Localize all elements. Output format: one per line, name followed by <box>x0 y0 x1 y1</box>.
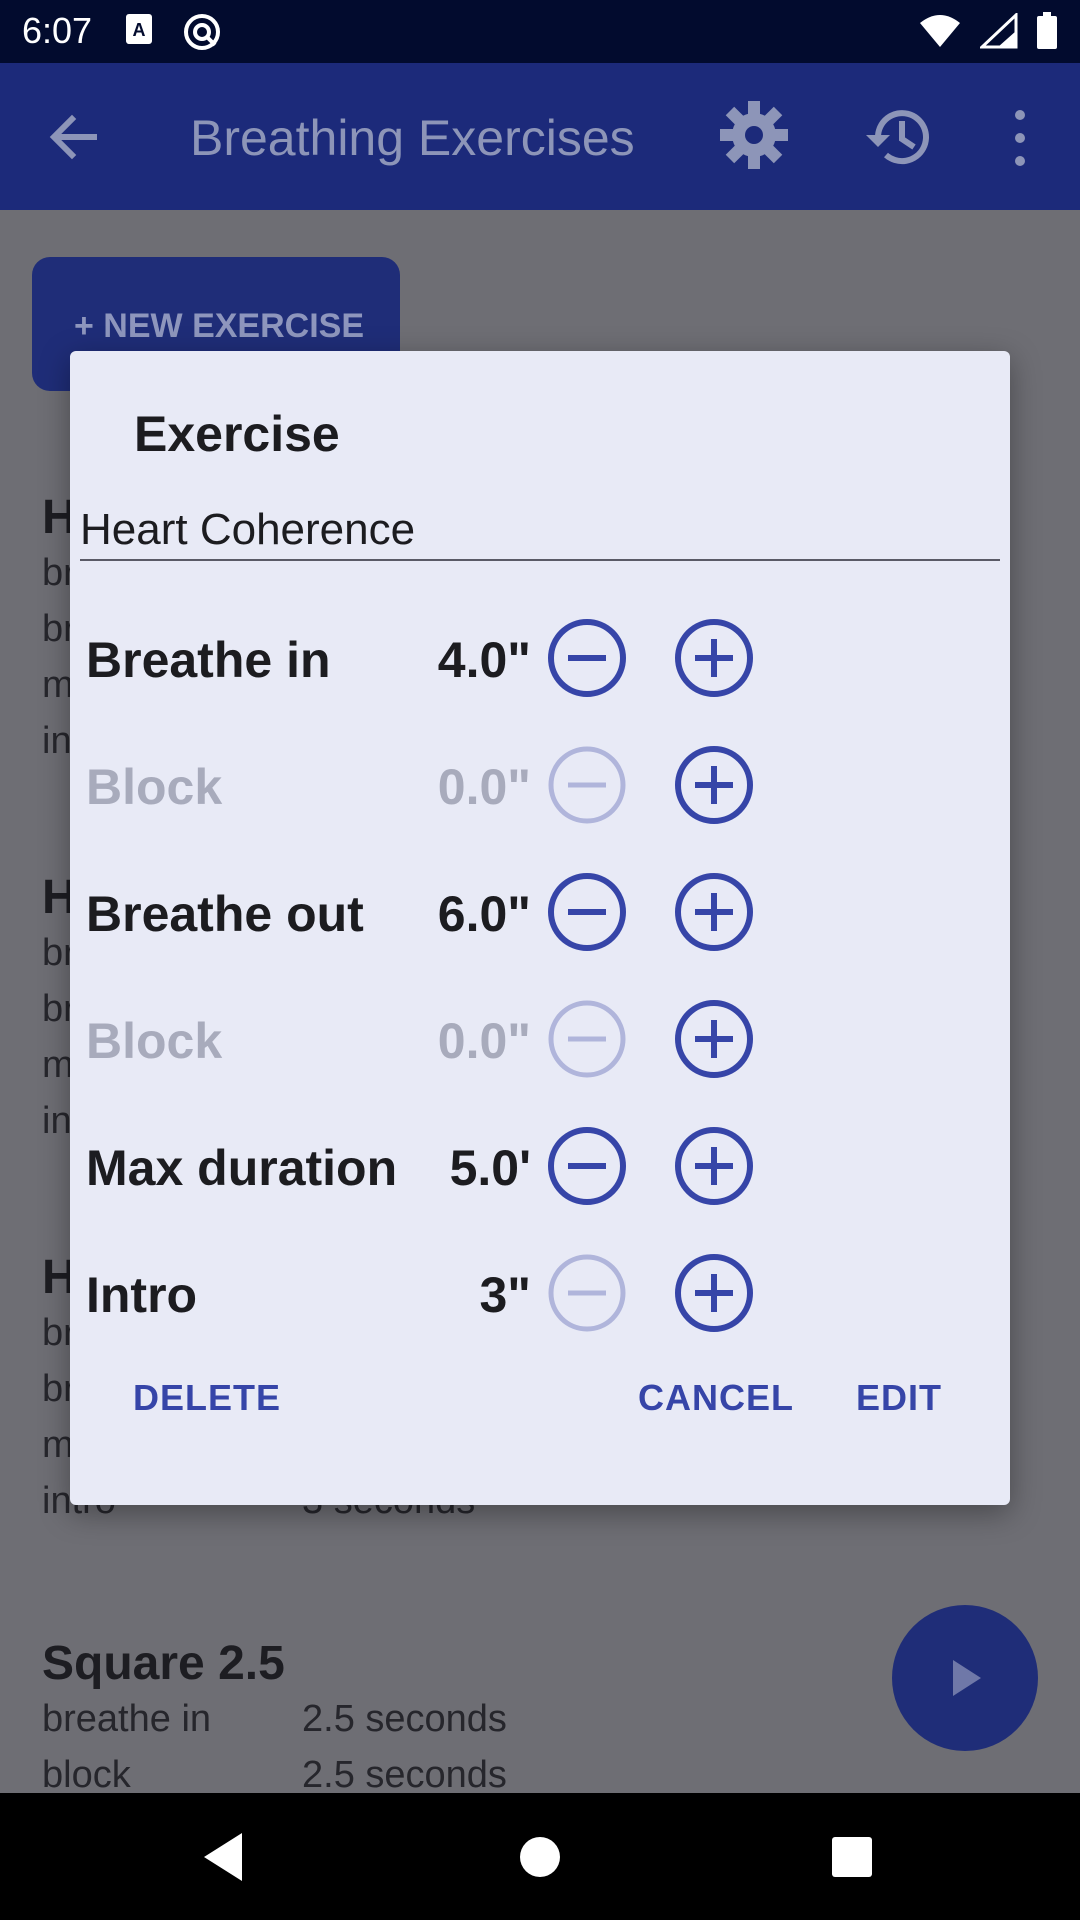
nav-recents-icon[interactable] <box>822 1827 882 1887</box>
param-value: 6.0" <box>437 886 531 942</box>
param-value: 0.0" <box>437 1013 531 1069</box>
exercise-name-input[interactable] <box>80 501 1000 561</box>
decrement-button[interactable] <box>546 871 628 953</box>
param-row-breathe-in: Breathe in 4.0" <box>86 617 806 707</box>
edit-button[interactable]: EDIT <box>856 1377 942 1419</box>
minus-circle-icon <box>548 873 626 951</box>
status-time: 6:07 <box>22 10 93 51</box>
exercise-row: block 2.5 seconds <box>42 1753 507 1794</box>
param-value: 4.0" <box>437 632 531 688</box>
decrement-button[interactable] <box>546 744 628 826</box>
increment-button[interactable] <box>673 617 755 699</box>
dialog-title: Exercise <box>134 406 340 462</box>
plus-circle-icon <box>675 1127 753 1205</box>
battery-icon <box>1037 12 1057 49</box>
param-value: 3" <box>479 1267 531 1323</box>
decrement-button[interactable] <box>546 1252 628 1334</box>
decrement-button[interactable] <box>546 617 628 699</box>
more-vert-icon[interactable] <box>1000 103 1040 173</box>
history-icon[interactable] <box>862 99 938 175</box>
nav-back-icon[interactable] <box>196 1827 256 1887</box>
nav-home-icon[interactable] <box>510 1827 570 1887</box>
svg-text:A: A <box>133 20 146 40</box>
param-label: Breathe out <box>86 886 364 942</box>
plus-circle-icon <box>675 619 753 697</box>
param-row-max-duration: Max duration 5.0' <box>86 1125 806 1215</box>
back-arrow-icon[interactable] <box>44 107 104 167</box>
navigation-bar <box>0 1793 1080 1920</box>
exercise-dialog: Exercise Breathe in 4.0" Block 0.0" Brea… <box>70 351 1010 1505</box>
param-label: Breathe in <box>86 632 331 688</box>
plus-circle-icon <box>675 746 753 824</box>
plus-circle-icon <box>675 1000 753 1078</box>
plus-circle-icon <box>675 1254 753 1332</box>
param-row-block-2: Block 0.0" <box>86 998 806 1088</box>
minus-circle-icon <box>548 619 626 697</box>
minus-circle-icon <box>548 1000 626 1078</box>
decrement-button[interactable] <box>546 998 628 1080</box>
plus-circle-icon <box>675 873 753 951</box>
increment-button[interactable] <box>673 744 755 826</box>
app-notification-icon: A <box>126 14 152 44</box>
param-row-block-1: Block 0.0" <box>86 744 806 834</box>
param-label: Max duration <box>86 1140 398 1196</box>
param-label: Intro <box>86 1267 198 1323</box>
signal-icon <box>980 13 1018 49</box>
gear-icon[interactable] <box>718 99 790 171</box>
status-bar: 6:07 A <box>0 0 1080 63</box>
param-label: Block <box>86 1013 223 1069</box>
exercise-card[interactable]: Square 2.5 breathe in 2.5 seconds block 2.… <box>42 1636 942 1793</box>
play-icon <box>953 1660 981 1696</box>
minus-circle-icon <box>548 1127 626 1205</box>
app-title: Breathing Exercises <box>190 110 635 166</box>
app-bar: Breathing Exercises <box>0 63 1080 210</box>
param-value: 0.0" <box>437 759 531 815</box>
exercise-name: Square 2.5 <box>42 1637 285 1690</box>
increment-button[interactable] <box>673 1125 755 1207</box>
param-row-intro: Intro 3" <box>86 1252 806 1342</box>
param-value: 5.0' <box>449 1140 531 1196</box>
wifi-icon <box>920 15 960 47</box>
play-button[interactable] <box>892 1605 1038 1751</box>
delete-button[interactable]: DELETE <box>133 1377 281 1419</box>
exercise-row: breathe in 2.5 seconds <box>42 1697 507 1740</box>
cancel-button[interactable]: CANCEL <box>638 1377 794 1419</box>
minus-circle-icon <box>548 746 626 824</box>
decrement-button[interactable] <box>546 1125 628 1207</box>
increment-button[interactable] <box>673 998 755 1080</box>
param-label: Block <box>86 759 223 815</box>
minus-circle-icon <box>548 1254 626 1332</box>
param-row-breathe-out: Breathe out 6.0" <box>86 871 806 961</box>
increment-button[interactable] <box>673 1252 755 1334</box>
increment-button[interactable] <box>673 871 755 953</box>
sync-icon <box>184 14 220 50</box>
